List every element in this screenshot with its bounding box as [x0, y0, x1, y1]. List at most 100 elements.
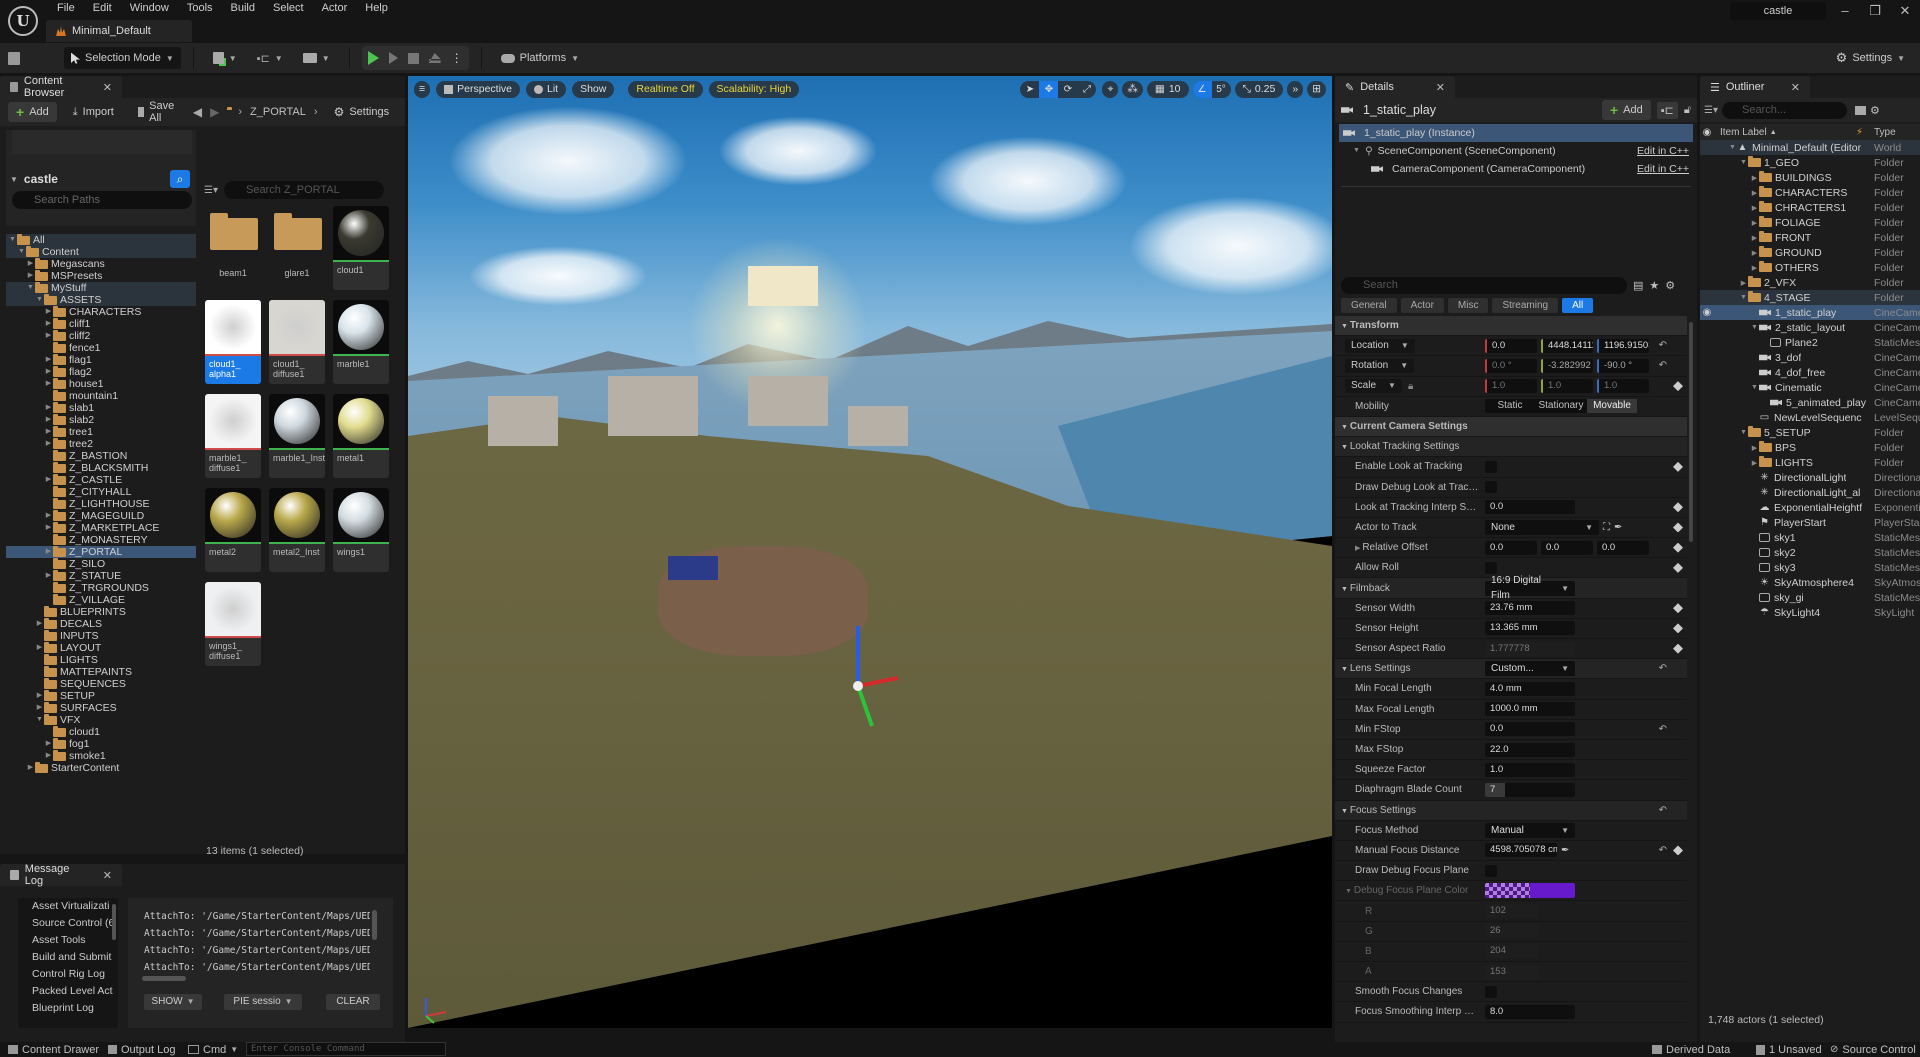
sources-title[interactable]: ▼ castle [10, 172, 58, 186]
folder-tree-item[interactable]: ▶ Z_CASTLE [6, 473, 196, 486]
eyedropper-icon[interactable]: ✒ [1561, 845, 1569, 856]
folder-tree-item[interactable]: ▶ tree1 [6, 425, 196, 438]
chevron-right-icon[interactable]: ▶ [44, 318, 53, 330]
asset-tile[interactable]: wings1 [333, 488, 389, 572]
folder-tree-item[interactable]: Z_VILLAGE [6, 593, 196, 606]
transform-category[interactable]: ▼ Transform [1335, 316, 1687, 337]
outliner-row[interactable]: sky3 StaticMesh [1700, 560, 1920, 575]
log-category[interactable]: Blueprint Log [18, 1000, 118, 1017]
add-button[interactable]: + Add [8, 102, 57, 122]
offset-z[interactable]: 0.0 [1597, 540, 1649, 555]
lit-button[interactable]: Lit [526, 80, 567, 98]
lens-settings-category[interactable]: ▼ Lens Settings Custom... ▼ ↶ [1335, 659, 1687, 680]
folder-tree-item[interactable]: ▶ MSPresets [6, 269, 196, 282]
keyframe-icon[interactable] [1673, 542, 1683, 553]
keyframe-icon[interactable] [1673, 381, 1683, 392]
folder-tree-item[interactable]: ▼ VFX [6, 713, 196, 726]
chevron-right-icon[interactable]: ▶ [44, 750, 53, 762]
folder-tree-item[interactable]: Z_MONASTERY [6, 533, 196, 546]
mobility-stationary[interactable]: Stationary [1535, 399, 1587, 413]
outliner-row[interactable]: sky_gi StaticMesh [1700, 590, 1920, 605]
scale-y[interactable]: 1.0 [1541, 379, 1593, 394]
column-type[interactable]: Type [1874, 127, 1896, 138]
scale-snap-button[interactable]: ⤡ 0.25 [1234, 80, 1284, 98]
chevron-right-icon[interactable]: ▶ [1750, 249, 1759, 257]
rotation-y[interactable]: -3.282992 ° [1541, 358, 1593, 373]
translate-tool-icon[interactable]: ✥ [1039, 80, 1059, 98]
more-options-icon[interactable]: ⋮ [451, 51, 463, 65]
lens-dropdown[interactable]: Custom... ▼ [1485, 661, 1575, 677]
save-all-button[interactable]: Save All [130, 100, 185, 124]
folder-tree-item[interactable]: ▶ flag2 [6, 365, 196, 378]
filter-misc[interactable]: Misc [1447, 298, 1489, 313]
unsaved-button[interactable]: 1 Unsaved [1756, 1042, 1822, 1057]
lookat-interp-input[interactable]: 0.0 [1485, 500, 1575, 515]
grid-snap-button[interactable]: ▦ 10 [1146, 80, 1189, 98]
chevron-right-icon[interactable]: ▶ [44, 438, 53, 450]
folder-tree-item[interactable]: ▶ Z_STATUE [6, 569, 196, 582]
keyframe-icon[interactable] [1673, 461, 1683, 472]
outliner-row[interactable]: Plane2 StaticMesh [1700, 335, 1920, 350]
asset-search-input[interactable]: Search Z_PORTAL [223, 181, 384, 199]
mobility-movable[interactable]: Movable [1587, 399, 1637, 414]
chevron-down-icon[interactable]: ▼ [17, 246, 26, 258]
filmback-dropdown[interactable]: 16:9 Digital Film ▼ [1485, 575, 1575, 601]
add-folder-icon[interactable] [1854, 105, 1866, 115]
scale-x[interactable]: 1.0 [1485, 379, 1537, 394]
offset-x[interactable]: 0.0 [1485, 540, 1537, 555]
transform-gizmo[interactable] [828, 616, 908, 736]
folder-tree-item[interactable]: Z_CITYHALL [6, 485, 196, 498]
details-search-input[interactable]: Search [1341, 276, 1627, 294]
lock-icon[interactable]: 🔒︎ [1408, 381, 1413, 392]
play-icon[interactable] [367, 51, 379, 65]
filter-icon[interactable]: ☰▾ [1704, 105, 1718, 116]
focus-method-dropdown[interactable]: Manual ▼ [1485, 822, 1575, 838]
outliner-row[interactable]: ▼ 1_GEO Folder [1700, 155, 1920, 170]
keyframe-icon[interactable] [1673, 623, 1683, 634]
asset-tile[interactable]: metal2 [205, 488, 261, 572]
folder-tree-item[interactable]: ▶ fog1 [6, 737, 196, 750]
folder-tree-item[interactable]: INPUTS [6, 629, 196, 642]
show-dropdown[interactable]: SHOW ▼ [144, 994, 202, 1010]
maximize-button[interactable]: ❐ [1860, 0, 1890, 22]
folder-tree-item[interactable]: ▶ cliff2 [6, 329, 196, 342]
cinematics-button[interactable]: ▼ [296, 47, 337, 69]
location-x[interactable]: 0.0 [1485, 338, 1537, 353]
chevron-right-icon[interactable]: ▶ [1750, 174, 1759, 182]
log-category[interactable]: Packed Level Act [18, 983, 118, 1000]
asset-tile[interactable]: glare1 [269, 206, 325, 290]
menu-file[interactable]: File [48, 0, 84, 16]
allow-roll-checkbox[interactable] [1485, 561, 1497, 574]
chevron-right-icon[interactable]: ▶ [1750, 444, 1759, 452]
chevron-right-icon[interactable]: ▶ [44, 738, 53, 750]
level-viewport[interactable]: ≡ Perspective Lit Show Realtime Off Scal… [408, 76, 1332, 1028]
chevron-down-icon[interactable]: ▼ [1750, 384, 1759, 391]
filter-icon[interactable]: ☰▾ [204, 185, 218, 196]
folder-tree-item[interactable]: Z_TRGROUNDS [6, 581, 196, 594]
scale-tool-icon[interactable]: ⤢ [1077, 81, 1096, 98]
reset-icon[interactable]: ↶ [1659, 724, 1667, 735]
folder-tree-item[interactable]: ▶ house1 [6, 377, 196, 390]
folder-tree-item[interactable]: ▼ All [6, 233, 196, 246]
folder-tree-item[interactable]: ▶ DECALS [6, 617, 196, 630]
folder-tree-item[interactable]: ▼ Content [6, 245, 196, 258]
folder-tree-item[interactable]: cloud1 [6, 725, 196, 738]
menu-select[interactable]: Select [264, 0, 313, 16]
folder-tree-item[interactable]: Z_BASTION [6, 449, 196, 462]
outliner-row[interactable]: ▶ LIGHTS Folder [1700, 455, 1920, 470]
debug-color-swatch[interactable] [1485, 883, 1575, 899]
blade-count-slider[interactable]: 7 [1485, 782, 1575, 797]
rotation-z[interactable]: -90.0 ° [1597, 358, 1649, 373]
max-focal-input[interactable]: 1000.0 mm [1485, 702, 1575, 717]
folder-tree-item[interactable]: ▶ CHARACTERS [6, 305, 196, 318]
realtime-button[interactable]: Realtime Off [628, 80, 703, 98]
menu-edit[interactable]: Edit [84, 0, 121, 16]
eject-icon[interactable] [428, 53, 441, 63]
visibility-icon[interactable]: ◉ [1700, 307, 1714, 318]
scale-dropdown[interactable]: Scale ▼ [1345, 379, 1402, 394]
rotation-snap-button[interactable]: ∠ 5° [1192, 80, 1231, 98]
min-fstop-input[interactable]: 0.0 [1485, 722, 1575, 737]
layout-icon[interactable]: ⊞ [1307, 80, 1326, 98]
blueprint-icon[interactable]: ▪⊏ [1656, 101, 1678, 119]
folder-tree-item[interactable]: ▶ StarterContent [6, 761, 196, 774]
